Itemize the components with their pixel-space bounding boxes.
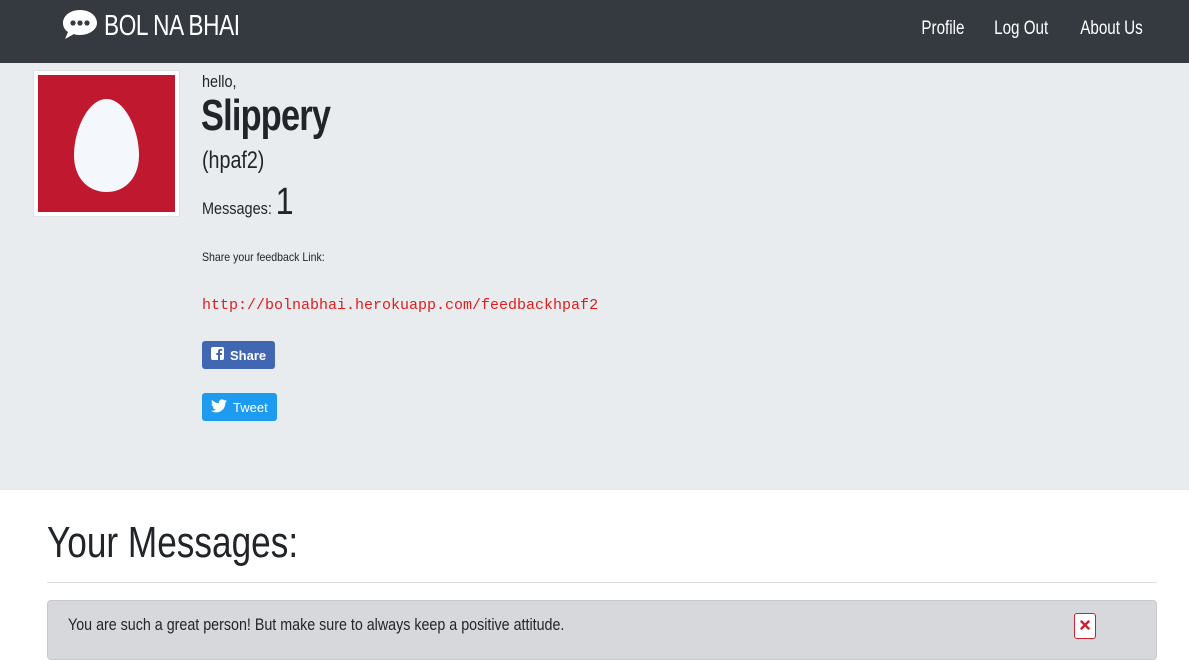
message-text: You are such a great person! But make su… — [68, 615, 565, 634]
nav-links: Profile Log Out About Us — [901, 18, 1149, 40]
speech-bubble-icon — [62, 8, 98, 45]
twitter-tweet-label: Tweet — [233, 399, 268, 415]
share-label: Share your feedback Link: — [202, 250, 325, 264]
egg-avatar-icon — [38, 75, 175, 212]
twitter-bird-icon — [211, 398, 227, 416]
divider — [47, 582, 1157, 583]
avatar — [33, 70, 180, 217]
messages-title: Your Messages: — [47, 518, 299, 567]
nav-link-about[interactable]: About Us — [1074, 18, 1149, 40]
messages-label: Messages: — [202, 199, 272, 218]
close-icon — [1080, 617, 1090, 635]
facebook-icon — [211, 347, 224, 363]
profile-jumbotron: hello, Slippery (hpaf2) Messages: 1 Shar… — [0, 63, 1189, 490]
brand-name: BOL NA BHAI — [104, 9, 240, 42]
nav-link-profile[interactable]: Profile — [915, 18, 971, 40]
delete-message-button[interactable] — [1074, 613, 1096, 639]
nav-link-logout[interactable]: Log Out — [988, 18, 1055, 40]
message-card: You are such a great person! But make su… — [47, 600, 1157, 660]
brand-logo[interactable]: BOL NA BHAI — [62, 8, 278, 45]
user-handle: (hpaf2) — [202, 147, 265, 174]
messages-count: 1 — [275, 181, 294, 223]
facebook-share-label: Share — [230, 347, 267, 363]
greeting: hello, — [202, 72, 237, 91]
twitter-tweet-button[interactable]: Tweet — [202, 393, 277, 421]
messages-count-row: Messages: 1 — [202, 181, 294, 224]
feedback-link[interactable]: http://bolnabhai.herokuapp.com/feedbackh… — [202, 297, 598, 314]
navbar: BOL NA BHAI Profile Log Out About Us — [0, 0, 1189, 63]
user-name: Slippery — [201, 91, 331, 140]
facebook-share-button[interactable]: Share — [202, 341, 276, 369]
